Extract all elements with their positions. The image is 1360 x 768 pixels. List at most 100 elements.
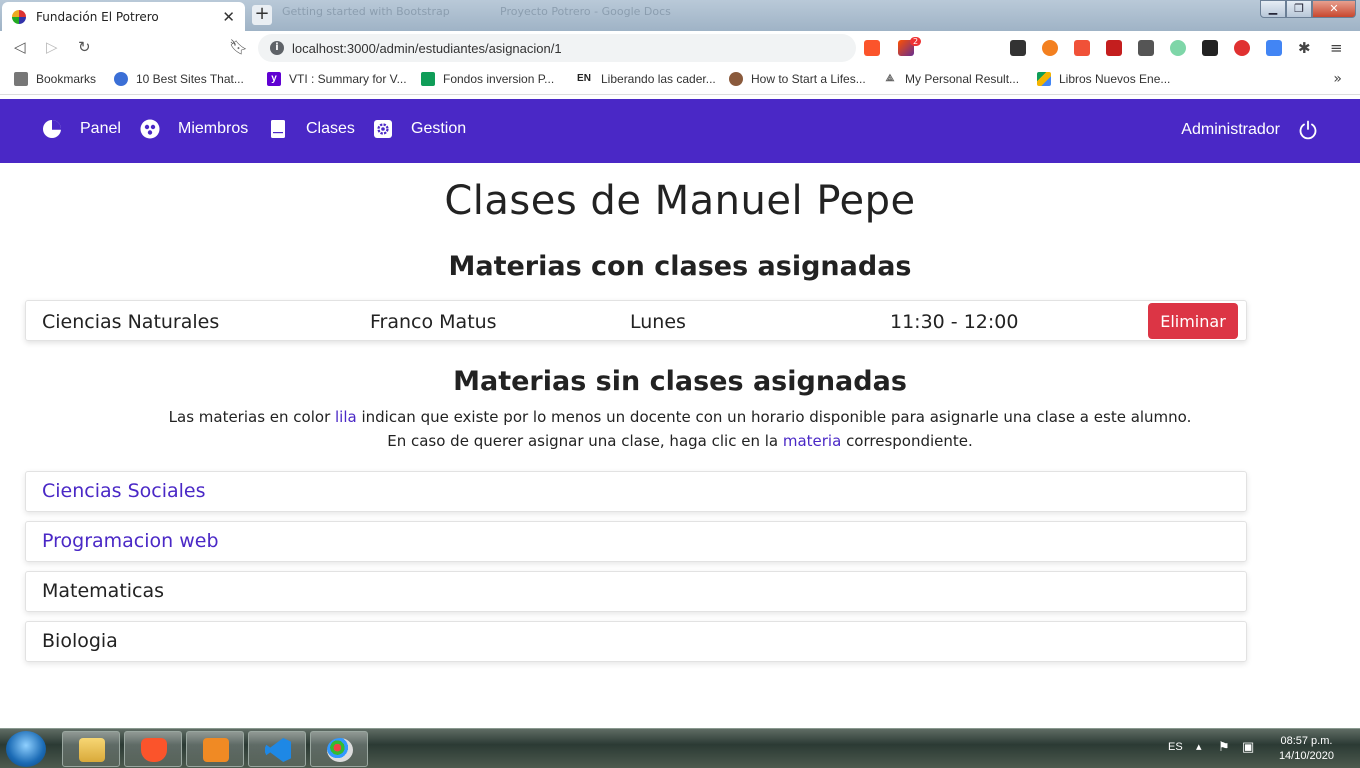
- new-tab-button[interactable]: +: [252, 5, 272, 25]
- window-controls: ▁ ❐ ✕: [1260, 0, 1356, 18]
- maximize-button[interactable]: ❐: [1286, 0, 1312, 18]
- assigned-class-row: Ciencias Naturales Franco Matus Lunes 11…: [25, 300, 1247, 341]
- ext-icon-doc[interactable]: [1138, 40, 1154, 56]
- bookmark-item[interactable]: y VTI : Summary for V...: [267, 72, 407, 86]
- close-window-button[interactable]: ✕: [1312, 0, 1356, 18]
- delete-class-button[interactable]: Eliminar: [1148, 303, 1238, 339]
- more-bookmarks-icon[interactable]: »: [1333, 71, 1342, 87]
- desc-lila-text: materia: [782, 432, 842, 450]
- ext-icon-red[interactable]: [1106, 40, 1122, 56]
- vscode-icon: [265, 738, 291, 762]
- book-icon: [271, 120, 285, 138]
- desc-text: indican que existe por lo menos un docen…: [356, 408, 1192, 426]
- assigned-day: Lunes: [630, 311, 686, 333]
- address-bar[interactable]: i localhost:3000/admin/estudiantes/asign…: [258, 34, 856, 62]
- nav-label: Miembros: [178, 120, 249, 137]
- assigned-heading: Materias con clases asignadas: [448, 251, 912, 282]
- bookmark-page-icon[interactable]: 🔖︎: [229, 38, 248, 56]
- translate-ext-icon[interactable]: [1266, 40, 1282, 56]
- nav-item-clases[interactable]: Clases: [268, 119, 355, 139]
- bookmark-item[interactable]: Fondos inversion P...: [421, 72, 554, 86]
- taskbar-brave[interactable]: [124, 731, 182, 767]
- reload-icon[interactable]: ↻: [78, 38, 91, 56]
- assigned-subject: Ciencias Naturales: [42, 311, 220, 333]
- folder-icon: [79, 738, 105, 762]
- bookmark-label: 10 Best Sites That...: [136, 72, 244, 86]
- clock-time: 08:57 p.m.: [1280, 735, 1333, 747]
- unassigned-heading: Materias sin clases asignadas: [453, 366, 907, 397]
- ext-icon-green[interactable]: [1170, 40, 1186, 56]
- extensions-puzzle-icon[interactable]: ✱: [1298, 40, 1314, 56]
- yahoo-icon: y: [267, 72, 281, 86]
- user-label[interactable]: Administrador: [1181, 121, 1280, 139]
- taskbar-pdf[interactable]: [186, 731, 244, 767]
- bookmark-item[interactable]: 10 Best Sites That...: [114, 72, 244, 86]
- description-line-2: En caso de querer asignar una clase, hag…: [0, 432, 1360, 450]
- bookmark-label: Bookmarks: [36, 72, 97, 86]
- back-icon[interactable]: ◁: [14, 38, 26, 56]
- nav-item-gestion[interactable]: Gestion: [373, 119, 466, 139]
- pdf-app-icon: [203, 738, 229, 762]
- bookmark-label: Liberando las cader...: [601, 72, 716, 86]
- tab-background-1[interactable]: Getting started with Bootstrap: [282, 5, 472, 27]
- forward-icon[interactable]: ▷: [46, 38, 58, 56]
- tab-title: Fundación El Potrero: [36, 9, 159, 24]
- subject-item-programacion-web[interactable]: Programacion web: [25, 521, 1247, 562]
- os-taskbar: ES ▴ ⚑ ▣ 08:57 p.m. 14/10/2020: [0, 728, 1360, 768]
- spiral-icon: [114, 72, 128, 86]
- nav-item-panel[interactable]: Panel: [42, 119, 121, 139]
- site-favicon-icon: [12, 9, 26, 24]
- page-title: Clases de Manuel Pepe: [444, 178, 916, 224]
- sheets-icon: [421, 72, 435, 86]
- notification-badge: 2: [910, 37, 922, 46]
- power-icon[interactable]: [1298, 120, 1318, 140]
- clock-date: 14/10/2020: [1278, 750, 1334, 762]
- tray-expand-icon[interactable]: ▴: [1196, 740, 1202, 753]
- desc-text: Las materias en color: [168, 408, 336, 426]
- bookmark-item[interactable]: EN Liberando las cader...: [575, 72, 716, 86]
- tab-close-icon[interactable]: ✕: [222, 8, 235, 26]
- incognito-ext-icon[interactable]: [1010, 40, 1026, 56]
- bookmark-item[interactable]: ⟁ My Personal Result...: [883, 72, 1020, 86]
- assigned-time: 11:30 - 12:00: [890, 311, 1019, 333]
- nav-label: Gestion: [411, 120, 467, 137]
- bookmark-item[interactable]: Bookmarks: [14, 72, 96, 86]
- bookmark-label: Libros Nuevos Ene...: [1059, 72, 1171, 86]
- taskbar-vscode[interactable]: [248, 731, 306, 767]
- subject-item-matematicas: Matematicas: [25, 571, 1247, 612]
- taskbar-paint[interactable]: [310, 731, 368, 767]
- desc-lila-text: lila: [335, 408, 357, 426]
- drive-icon: [1037, 72, 1051, 86]
- language-indicator[interactable]: ES: [1168, 741, 1183, 753]
- brave-shield-icon[interactable]: [864, 40, 880, 56]
- minimize-button[interactable]: ▁: [1260, 0, 1286, 18]
- site-info-icon[interactable]: i: [270, 41, 284, 55]
- browser-tab-strip: Fundación El Potrero ✕ + Getting started…: [0, 0, 1360, 31]
- tab-active[interactable]: Fundación El Potrero ✕: [2, 2, 245, 31]
- subject-item-ciencias-sociales[interactable]: Ciencias Sociales: [25, 471, 1247, 512]
- bookmark-item[interactable]: How to Start a Lifes...: [729, 72, 866, 86]
- taskbar-explorer[interactable]: [62, 731, 120, 767]
- swift-ext-icon[interactable]: [1074, 40, 1090, 56]
- system-clock[interactable]: 08:57 p.m. 14/10/2020: [1279, 734, 1334, 764]
- paint-icon: [327, 738, 353, 762]
- person-icon: [729, 72, 743, 86]
- assigned-teacher: Franco Matus: [370, 311, 497, 333]
- app-navbar: Panel Miembros Clases Gestion Administra…: [0, 99, 1360, 163]
- nav-item-miembros[interactable]: Miembros: [140, 119, 248, 139]
- cloudflare-ext-icon[interactable]: [1042, 40, 1058, 56]
- windows-start-icon[interactable]: [6, 731, 46, 767]
- users-icon: [140, 119, 160, 139]
- subject-item-biologia: Biologia: [25, 621, 1247, 662]
- adblock-ext-icon[interactable]: [1234, 40, 1250, 56]
- bookmark-label: VTI : Summary for V...: [289, 72, 407, 86]
- display-icon[interactable]: ▣: [1242, 739, 1254, 755]
- description-line-1: Las materias en color lila indican que e…: [0, 408, 1360, 426]
- tab-background-2[interactable]: Proyecto Potrero - Google Docs: [500, 5, 700, 27]
- browser-menu-icon[interactable]: ≡: [1330, 40, 1346, 56]
- brave-icon: [141, 738, 167, 762]
- network-icon[interactable]: ⚑: [1218, 739, 1230, 755]
- en-icon: EN: [577, 73, 591, 84]
- bookmark-item[interactable]: Libros Nuevos Ene...: [1037, 72, 1170, 86]
- medium-ext-icon[interactable]: [1202, 40, 1218, 56]
